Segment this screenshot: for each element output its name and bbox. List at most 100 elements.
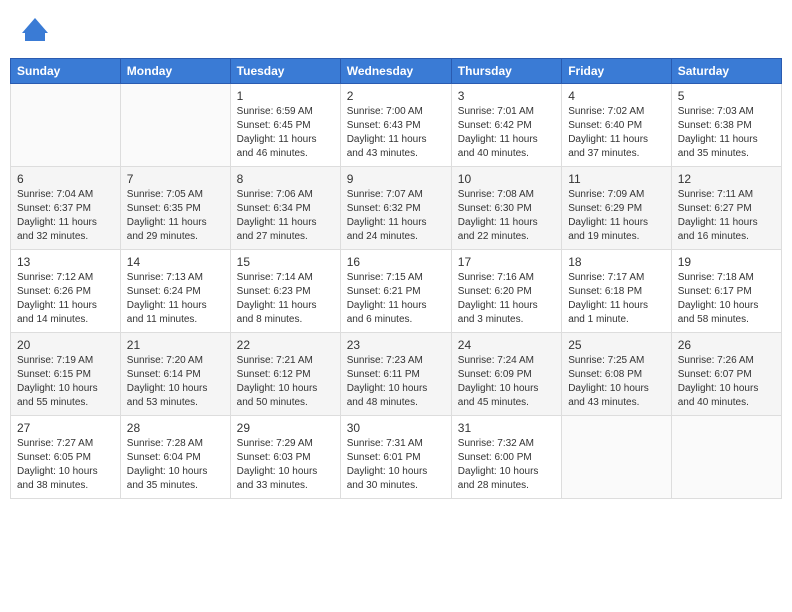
- day-info: Sunrise: 7:13 AM Sunset: 6:24 PM Dayligh…: [127, 271, 224, 327]
- day-info: Sunrise: 7:16 AM Sunset: 6:20 PM Dayligh…: [458, 271, 555, 327]
- calendar-cell: 3Sunrise: 7:01 AM Sunset: 6:42 PM Daylig…: [451, 84, 561, 167]
- weekday-header: Sunday: [11, 59, 121, 84]
- day-number: 5: [678, 89, 775, 103]
- day-number: 3: [458, 89, 555, 103]
- day-info: Sunrise: 7:03 AM Sunset: 6:38 PM Dayligh…: [678, 105, 775, 161]
- calendar-cell: 22 Sunrise: 7:21 AM Sunset: 6:12 PM Dayli…: [230, 333, 340, 416]
- calendar-cell: 17 Sunrise: 7:16 AM Sunset: 6:20 PM Dayli…: [451, 250, 561, 333]
- calendar-cell: [120, 84, 230, 167]
- weekday-header: Saturday: [671, 59, 781, 84]
- day-number: 30: [347, 421, 445, 435]
- calendar-cell: [562, 416, 672, 499]
- day-info: Sunrise: 6:59 AM Sunset: 6:45 PM Dayligh…: [237, 105, 334, 161]
- day-info: Sunrise: 7:02 AM Sunset: 6:40 PM Dayligh…: [568, 105, 665, 161]
- calendar-cell: 29 Sunrise: 7:29 AM Sunset: 6:03 PM Dayli…: [230, 416, 340, 499]
- day-number: 9: [347, 172, 445, 186]
- calendar-cell: 8 Sunrise: 7:06 AM Sunset: 6:34 PM Daylig…: [230, 167, 340, 250]
- day-number: 18: [568, 255, 665, 269]
- calendar-cell: 12Sunrise: 7:11 AM Sunset: 6:27 PM Dayli…: [671, 167, 781, 250]
- day-number: 14: [127, 255, 224, 269]
- day-info: Sunrise: 7:00 AM Sunset: 6:43 PM Dayligh…: [347, 105, 445, 161]
- day-number: 11: [568, 172, 665, 186]
- weekday-header: Tuesday: [230, 59, 340, 84]
- calendar-cell: 20 Sunrise: 7:19 AM Sunset: 6:15 PM Dayli…: [11, 333, 121, 416]
- calendar-cell: 24 Sunrise: 7:24 AM Sunset: 6:09 PM Dayli…: [451, 333, 561, 416]
- day-info: Sunrise: 7:23 AM Sunset: 6:11 PM Dayligh…: [347, 354, 445, 410]
- calendar-cell: 23 Sunrise: 7:23 AM Sunset: 6:11 PM Dayli…: [340, 333, 451, 416]
- calendar-cell: 2 Sunrise: 7:00 AM Sunset: 6:43 PM Daylig…: [340, 84, 451, 167]
- day-number: 31: [458, 421, 555, 435]
- calendar-table: SundayMondayTuesdayWednesdayThursdayFrid…: [10, 58, 782, 499]
- day-info: Sunrise: 7:15 AM Sunset: 6:21 PM Dayligh…: [347, 271, 445, 327]
- day-info: Sunrise: 7:20 AM Sunset: 6:14 PM Dayligh…: [127, 354, 224, 410]
- calendar-cell: 19Sunrise: 7:18 AM Sunset: 6:17 PM Dayli…: [671, 250, 781, 333]
- day-number: 13: [17, 255, 114, 269]
- day-number: 21: [127, 338, 224, 352]
- day-number: 22: [237, 338, 334, 352]
- day-info: Sunrise: 7:29 AM Sunset: 6:03 PM Dayligh…: [237, 437, 334, 493]
- day-info: Sunrise: 7:19 AM Sunset: 6:15 PM Dayligh…: [17, 354, 114, 410]
- calendar-cell: 27Sunrise: 7:27 AM Sunset: 6:05 PM Dayli…: [11, 416, 121, 499]
- calendar-cell: 14 Sunrise: 7:13 AM Sunset: 6:24 PM Dayli…: [120, 250, 230, 333]
- weekday-header: Monday: [120, 59, 230, 84]
- day-number: 25: [568, 338, 665, 352]
- calendar-cell: 13Sunrise: 7:12 AM Sunset: 6:26 PM Dayli…: [11, 250, 121, 333]
- weekday-header: Friday: [562, 59, 672, 84]
- calendar-cell: 21 Sunrise: 7:20 AM Sunset: 6:14 PM Dayli…: [120, 333, 230, 416]
- day-info: Sunrise: 7:21 AM Sunset: 6:12 PM Dayligh…: [237, 354, 334, 410]
- day-number: 7: [127, 172, 224, 186]
- calendar-cell: 31 Sunrise: 7:32 AM Sunset: 6:00 PM Dayli…: [451, 416, 561, 499]
- calendar-cell: 4 Sunrise: 7:02 AM Sunset: 6:40 PM Daylig…: [562, 84, 672, 167]
- calendar-cell: 25Sunrise: 7:25 AM Sunset: 6:08 PM Dayli…: [562, 333, 672, 416]
- day-info: Sunrise: 7:08 AM Sunset: 6:30 PM Dayligh…: [458, 188, 555, 244]
- calendar-cell: 28 Sunrise: 7:28 AM Sunset: 6:04 PM Dayli…: [120, 416, 230, 499]
- day-number: 27: [17, 421, 114, 435]
- day-info: Sunrise: 7:28 AM Sunset: 6:04 PM Dayligh…: [127, 437, 224, 493]
- day-number: 20: [17, 338, 114, 352]
- calendar-cell: 15 Sunrise: 7:14 AM Sunset: 6:23 PM Dayli…: [230, 250, 340, 333]
- day-info: Sunrise: 7:31 AM Sunset: 6:01 PM Dayligh…: [347, 437, 445, 493]
- calendar-cell: 18 Sunrise: 7:17 AM Sunset: 6:18 PM Dayli…: [562, 250, 672, 333]
- calendar-cell: 1Sunrise: 6:59 AM Sunset: 6:45 PM Daylig…: [230, 84, 340, 167]
- calendar-cell: 9 Sunrise: 7:07 AM Sunset: 6:32 PM Daylig…: [340, 167, 451, 250]
- day-number: 2: [347, 89, 445, 103]
- calendar-cell: 16 Sunrise: 7:15 AM Sunset: 6:21 PM Dayli…: [340, 250, 451, 333]
- day-number: 24: [458, 338, 555, 352]
- day-number: 6: [17, 172, 114, 186]
- day-info: Sunrise: 7:26 AM Sunset: 6:07 PM Dayligh…: [678, 354, 775, 410]
- calendar-header-row: SundayMondayTuesdayWednesdayThursdayFrid…: [11, 59, 782, 84]
- logo: [20, 15, 54, 45]
- day-number: 17: [458, 255, 555, 269]
- day-number: 29: [237, 421, 334, 435]
- calendar-week-row: 20 Sunrise: 7:19 AM Sunset: 6:15 PM Dayli…: [11, 333, 782, 416]
- calendar-week-row: 27Sunrise: 7:27 AM Sunset: 6:05 PM Dayli…: [11, 416, 782, 499]
- calendar-cell: 6 Sunrise: 7:04 AM Sunset: 6:37 PM Daylig…: [11, 167, 121, 250]
- day-info: Sunrise: 7:17 AM Sunset: 6:18 PM Dayligh…: [568, 271, 665, 327]
- weekday-header: Wednesday: [340, 59, 451, 84]
- day-number: 26: [678, 338, 775, 352]
- day-number: 8: [237, 172, 334, 186]
- day-info: Sunrise: 7:18 AM Sunset: 6:17 PM Dayligh…: [678, 271, 775, 327]
- day-info: Sunrise: 7:32 AM Sunset: 6:00 PM Dayligh…: [458, 437, 555, 493]
- calendar-cell: 5 Sunrise: 7:03 AM Sunset: 6:38 PM Daylig…: [671, 84, 781, 167]
- calendar-cell: 7 Sunrise: 7:05 AM Sunset: 6:35 PM Daylig…: [120, 167, 230, 250]
- day-number: 28: [127, 421, 224, 435]
- calendar-cell: 10 Sunrise: 7:08 AM Sunset: 6:30 PM Dayli…: [451, 167, 561, 250]
- day-info: Sunrise: 7:14 AM Sunset: 6:23 PM Dayligh…: [237, 271, 334, 327]
- calendar-cell: [11, 84, 121, 167]
- day-info: Sunrise: 7:05 AM Sunset: 6:35 PM Dayligh…: [127, 188, 224, 244]
- day-info: Sunrise: 7:04 AM Sunset: 6:37 PM Dayligh…: [17, 188, 114, 244]
- day-number: 4: [568, 89, 665, 103]
- day-info: Sunrise: 7:06 AM Sunset: 6:34 PM Dayligh…: [237, 188, 334, 244]
- day-number: 15: [237, 255, 334, 269]
- day-info: Sunrise: 7:09 AM Sunset: 6:29 PM Dayligh…: [568, 188, 665, 244]
- calendar-cell: 26 Sunrise: 7:26 AM Sunset: 6:07 PM Dayli…: [671, 333, 781, 416]
- day-number: 12: [678, 172, 775, 186]
- day-number: 16: [347, 255, 445, 269]
- calendar-cell: 30 Sunrise: 7:31 AM Sunset: 6:01 PM Dayli…: [340, 416, 451, 499]
- calendar-cell: [671, 416, 781, 499]
- day-info: Sunrise: 7:24 AM Sunset: 6:09 PM Dayligh…: [458, 354, 555, 410]
- day-number: 10: [458, 172, 555, 186]
- day-number: 23: [347, 338, 445, 352]
- day-info: Sunrise: 7:07 AM Sunset: 6:32 PM Dayligh…: [347, 188, 445, 244]
